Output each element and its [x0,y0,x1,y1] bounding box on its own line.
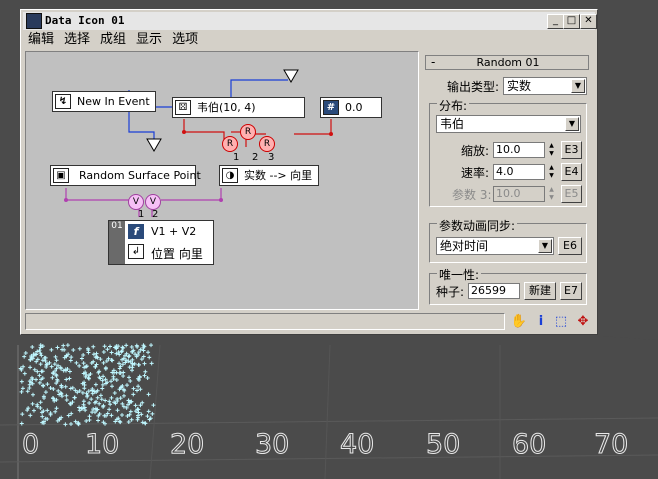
menu-options[interactable]: 选项 [167,31,203,49]
dice-icon: ⚄ [175,100,191,115]
sync-select[interactable]: 绝对时间 ▼ [436,237,554,255]
hash-icon: # [323,100,339,115]
data-icon-window: Data Icon 01 _ □ ✕ 编辑 选择 成组 显示 选项 R R R … [20,9,598,335]
node-label: 韦伯(10, 4) [197,101,256,114]
port-label-1: 1 [233,152,240,163]
node-label: New In Event [77,95,150,108]
axis-label-50: 50 [425,429,461,461]
param3-input[interactable]: 10.0 [493,186,545,202]
close-button[interactable]: ✕ [580,14,597,29]
surface-icon: ▣ [53,168,69,183]
axis-label-0: 0 [21,429,40,461]
new-seed-button[interactable]: 新建 [524,282,556,300]
rate-label: 速率: [461,166,490,180]
scale-e3-button[interactable]: E3 [561,141,582,159]
menu-bar: 编辑 选择 成组 显示 选项 [23,31,595,49]
select-value: 实数 [507,79,532,93]
output-icon: ↲ [128,244,144,259]
rollout-header[interactable]: - Random 01 [425,55,589,70]
axis-label-30: 30 [254,429,290,461]
minimize-button[interactable]: _ [547,14,564,29]
status-bar [25,313,505,330]
seed-label: 种子: [436,285,465,299]
node-label: 实数 --> 向里 [244,169,313,182]
port-r-1[interactable]: R [222,136,238,152]
param3-spinner[interactable]: ▲ ▼ [547,186,556,202]
rollout-title: Random 01 [476,56,540,69]
node-real-to-vector[interactable]: ◑ 实数 --> 向里 [219,165,319,186]
pan-hand-icon[interactable]: ✋ [510,314,528,330]
select-value: 韦伯 [440,117,465,131]
maximize-button[interactable]: □ [563,14,580,29]
sync-label: 参数动画同步: [437,217,518,234]
node-expression[interactable]: 01 f ↲ V1 + V2 位置 向里 [108,220,214,265]
select-value: 绝对时间 [440,239,489,253]
viewport[interactable]: { "window": { "title": "Data Icon 01", "… [0,0,658,479]
port-label-v2: 2 [152,209,159,220]
menu-group[interactable]: 成组 [95,31,131,49]
param3-label: 参数 3: [452,188,492,202]
menu-display[interactable]: 显示 [131,31,167,49]
port-label-2: 2 [252,152,259,163]
menu-select[interactable]: 选择 [59,31,95,49]
chevron-down-icon: ▼ [565,117,579,131]
distribution-label: 分布: [437,97,470,114]
scale-label: 缩放: [461,144,490,158]
seed-input[interactable]: 26599 [468,283,520,299]
graph-canvas[interactable]: R R R V V 1 2 3 1 2 ↯ New In Event ⚄ 韦伯(… [25,51,419,310]
axis-label-20: 20 [169,429,205,461]
output-type-select[interactable]: 实数 ▼ [503,77,587,95]
select-region-icon[interactable]: ⬚ [552,314,570,330]
port-r-3[interactable]: R [259,136,275,152]
rate-spinner[interactable]: ▲ ▼ [547,164,556,180]
node-label: Random Surface Point [79,169,201,182]
port-r-2[interactable]: R [240,124,256,140]
title-bar[interactable]: Data Icon 01 _ □ ✕ [23,12,597,30]
node-id: 01 [109,221,125,264]
port-v-2[interactable]: V [145,194,161,210]
seed-e7-button[interactable]: E7 [560,282,582,300]
expression-text: V1 + V2 [151,225,197,238]
axis-label-70: 70 [593,429,629,461]
info-icon[interactable]: i [532,314,550,330]
node-constant[interactable]: # 0.0 [320,97,382,118]
navigate-icon[interactable]: ✥ [574,314,592,330]
chevron-down-icon: ▼ [538,239,552,253]
node-weibull[interactable]: ⚄ 韦伯(10, 4) [172,97,305,118]
chevron-down-icon: ▼ [571,79,585,93]
rate-input[interactable]: 4.0 [493,164,545,180]
sync-e6-button[interactable]: E6 [558,237,582,255]
function-icon: f [128,224,144,239]
parameter-panel: - Random 01 输出类型: 实数 ▼ 分布: 韦伯 ▼ 缩放: 10.0… [421,51,592,307]
node-new-in-event[interactable]: ↯ New In Event [52,91,156,112]
axis-label-10: 10 [84,429,120,461]
menu-edit[interactable]: 编辑 [23,31,59,49]
scale-spinner[interactable]: ▲ ▼ [547,142,556,158]
distribution-select[interactable]: 韦伯 ▼ [436,115,581,133]
expression-output: 位置 向里 [151,247,203,261]
port-label-v1: 1 [138,209,145,220]
port-label-3: 3 [268,152,275,163]
output-type-label: 输出类型: [447,80,500,94]
axis-label-40: 40 [339,429,375,461]
rate-e4-button[interactable]: E4 [561,163,582,181]
port-v-1[interactable]: V [128,194,144,210]
node-label: 0.0 [345,101,363,114]
scale-input[interactable]: 10.0 [493,142,545,158]
axis-label-60: 60 [511,429,547,461]
window-title: Data Icon 01 [45,14,125,27]
event-icon: ↯ [55,94,71,109]
node-random-surface-point[interactable]: ▣ Random Surface Point [50,165,201,186]
param3-e5-button[interactable]: E5 [561,185,582,203]
uniqueness-label: 唯一性: [437,266,482,283]
convert-icon: ◑ [222,168,238,183]
app-icon [26,13,42,29]
